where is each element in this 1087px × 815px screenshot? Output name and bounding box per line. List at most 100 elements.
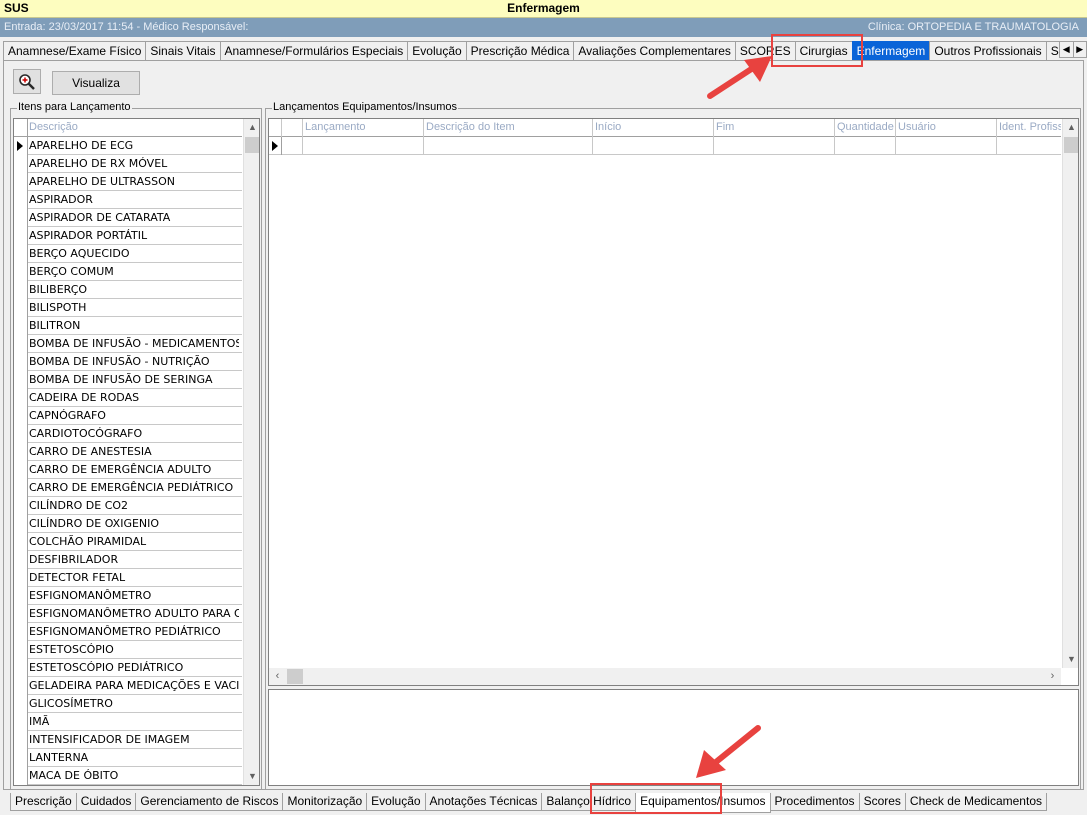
row-indicator	[14, 623, 28, 641]
scroll-left-icon[interactable]: ‹	[269, 668, 286, 685]
tab-evolucao[interactable]: Evolução	[407, 41, 467, 61]
list-item-label: ASPIRADOR PORTÁTIL	[29, 229, 148, 242]
tab-monitorizacao[interactable]: Monitorização	[282, 793, 368, 811]
list-item[interactable]: ASPIRADOR	[14, 191, 242, 209]
column-fim[interactable]: Fim	[714, 119, 835, 137]
list-item-label: APARELHO DE ECG	[29, 139, 134, 152]
column-descricao[interactable]: Descrição	[29, 121, 78, 133]
list-item[interactable]: APARELHO DE ULTRASSON	[14, 173, 242, 191]
row-indicator	[14, 245, 28, 263]
scroll-up-icon[interactable]: ▲	[1063, 119, 1078, 136]
list-item[interactable]: BOMBA DE INFUSÃO - NUTRIÇÃO	[14, 353, 242, 371]
tab-procedimentos[interactable]: Procedimentos	[769, 793, 860, 811]
row-indicator	[14, 605, 28, 623]
items-grid-vscroll[interactable]: ▲ ▼	[243, 119, 259, 785]
list-item[interactable]: BILITRON	[14, 317, 242, 335]
list-item[interactable]: CADEIRA DE RODAS	[14, 389, 242, 407]
tab-scores[interactable]: SCORES	[734, 41, 796, 61]
column-quantidade[interactable]: Quantidade	[835, 119, 896, 137]
list-item[interactable]: CARDIOTOCÓGRAFO	[14, 425, 242, 443]
list-item[interactable]: BILISPOTH	[14, 299, 242, 317]
list-item[interactable]: BOMBA DE INFUSÃO DE SERINGA	[14, 371, 242, 389]
tab-check-de-medicamentos[interactable]: Check de Medicamentos	[904, 793, 1047, 811]
list-item[interactable]: CARRO DE EMERGÊNCIA ADULTO	[14, 461, 242, 479]
scroll-down-icon[interactable]: ▼	[244, 768, 259, 785]
tab-anamnese-formularios[interactable]: Anamnese/Formulários Especiais	[219, 41, 409, 61]
tab-prescricao[interactable]: Prescrição	[10, 793, 77, 811]
row-indicator	[14, 533, 28, 551]
column-descricao-do-item[interactable]: Descrição do Item	[424, 119, 593, 137]
scroll-right-icon[interactable]: ›	[1044, 668, 1061, 685]
column-ident-profiss[interactable]: Ident. Profiss	[997, 119, 1061, 137]
list-item[interactable]: BILIBERÇO	[14, 281, 242, 299]
column-lancamento[interactable]: Lançamento	[303, 119, 424, 137]
list-item[interactable]: APARELHO DE RX MÓVEL	[14, 155, 242, 173]
column-usuario[interactable]: Usuário	[896, 119, 997, 137]
list-item[interactable]: ESFIGNOMANÔMETRO ADULTO PARA O	[14, 605, 242, 623]
zoom-button[interactable]	[13, 69, 41, 94]
list-item[interactable]: CARRO DE ANESTESIA	[14, 443, 242, 461]
tab-avaliacoes-complementares[interactable]: Avaliações Complementares	[573, 41, 736, 61]
scroll-up-icon[interactable]: ▲	[244, 119, 259, 136]
list-item[interactable]: GLICOSÍMETRO	[14, 695, 242, 713]
tab-balanco-hidrico[interactable]: Balanço Hídrico	[541, 793, 637, 811]
list-item[interactable]: ESFIGNOMANÔMETRO PEDIÁTRICO	[14, 623, 242, 641]
list-item[interactable]: DETECTOR FETAL	[14, 569, 242, 587]
tab-scores-enfermagem[interactable]: Scores	[858, 793, 906, 811]
items-grid[interactable]: Descrição APARELHO DE ECG APARELHO DE RX …	[13, 118, 260, 786]
list-item[interactable]: BERÇO AQUECIDO	[14, 245, 242, 263]
list-item[interactable]: ASPIRADOR DE CATARATA	[14, 209, 242, 227]
list-item[interactable]: APARELHO DE ECG	[14, 137, 242, 155]
launches-grid-vscroll[interactable]: ▲ ▼	[1062, 119, 1078, 668]
tab-cirurgias[interactable]: Cirurgias	[794, 41, 853, 61]
list-item[interactable]: CARRO DE EMERGÊNCIA PEDIÁTRICO	[14, 479, 242, 497]
list-item-label: ASPIRADOR DE CATARATA	[29, 211, 171, 224]
list-item[interactable]: IMÃ	[14, 713, 242, 731]
list-item[interactable]: CILÍNDRO DE OXIGENIO	[14, 515, 242, 533]
tab-outros-profissionais[interactable]: Outros Profissionais	[929, 41, 1047, 61]
list-item[interactable]: BERÇO COMUM	[14, 263, 242, 281]
tab-anotacoes-tecnicas[interactable]: Anotações Técnicas	[424, 793, 543, 811]
tab-equipamentos-insumos[interactable]: Equipamentos/Insumos	[635, 793, 771, 813]
row-indicator	[14, 461, 28, 479]
list-item[interactable]: CILÍNDRO DE CO2	[14, 497, 242, 515]
list-item[interactable]: MACA DE ÓBITO	[14, 767, 242, 785]
table-row[interactable]	[269, 137, 1061, 155]
scroll-thumb[interactable]	[245, 137, 259, 153]
list-item[interactable]: GELADEIRA PARA MEDICAÇÕES E VACIN	[14, 677, 242, 695]
launches-grid[interactable]: Lançamento Descrição do Item Início Fim …	[268, 118, 1079, 686]
list-item[interactable]: DESFIBRILADOR	[14, 551, 242, 569]
list-item[interactable]: COLCHÃO PIRAMIDAL	[14, 533, 242, 551]
list-item-label: COLCHÃO PIRAMIDAL	[29, 535, 147, 548]
row-indicator	[14, 497, 28, 515]
tab-prescricao-medica[interactable]: Prescrição Médica	[465, 41, 575, 61]
list-item[interactable]: INTENSIFICADOR DE IMAGEM	[14, 731, 242, 749]
scroll-right-icon[interactable]: ▶	[1074, 42, 1087, 57]
list-item[interactable]: CAPNÓGRAFO	[14, 407, 242, 425]
tab-evolucao-enfermagem[interactable]: Evolução	[366, 793, 426, 811]
tab-anamnese-exame-fisico[interactable]: Anamnese/Exame Físico	[3, 41, 147, 61]
row-indicator	[269, 137, 282, 155]
scroll-down-icon[interactable]: ▼	[1063, 651, 1078, 668]
tab-cuidados[interactable]: Cuidados	[75, 793, 137, 811]
scroll-thumb[interactable]	[1064, 137, 1078, 153]
list-item[interactable]: ESTETOSCÓPIO	[14, 641, 242, 659]
notes-area[interactable]	[268, 689, 1079, 786]
column-inicio[interactable]: Início	[593, 119, 714, 137]
tab-sinais-vitais[interactable]: Sinais Vitais	[145, 41, 221, 61]
launches-grid-hscroll[interactable]: ‹ ›	[269, 668, 1061, 685]
list-item[interactable]: ESTETOSCÓPIO PEDIÁTRICO	[14, 659, 242, 677]
list-item[interactable]: BOMBA DE INFUSÃO - MEDICAMENTOS	[14, 335, 242, 353]
tab-gerenciamento-de-riscos[interactable]: Gerenciamento de Riscos	[135, 793, 284, 811]
list-item[interactable]: ASPIRADOR PORTÁTIL	[14, 227, 242, 245]
list-item-label: CILÍNDRO DE OXIGENIO	[29, 517, 160, 530]
list-item-label: BERÇO COMUM	[29, 265, 114, 278]
tab-enfermagem[interactable]: Enfermagem	[851, 41, 931, 61]
visualiza-button[interactable]: Visualiza	[52, 71, 140, 95]
row-indicator	[14, 335, 28, 353]
magnifier-icon	[19, 74, 35, 90]
list-item[interactable]: ESFIGNOMANÔMETRO	[14, 587, 242, 605]
scroll-left-icon[interactable]: ◀	[1060, 42, 1074, 57]
list-item[interactable]: LANTERNA	[14, 749, 242, 767]
scroll-thumb[interactable]	[287, 669, 303, 684]
